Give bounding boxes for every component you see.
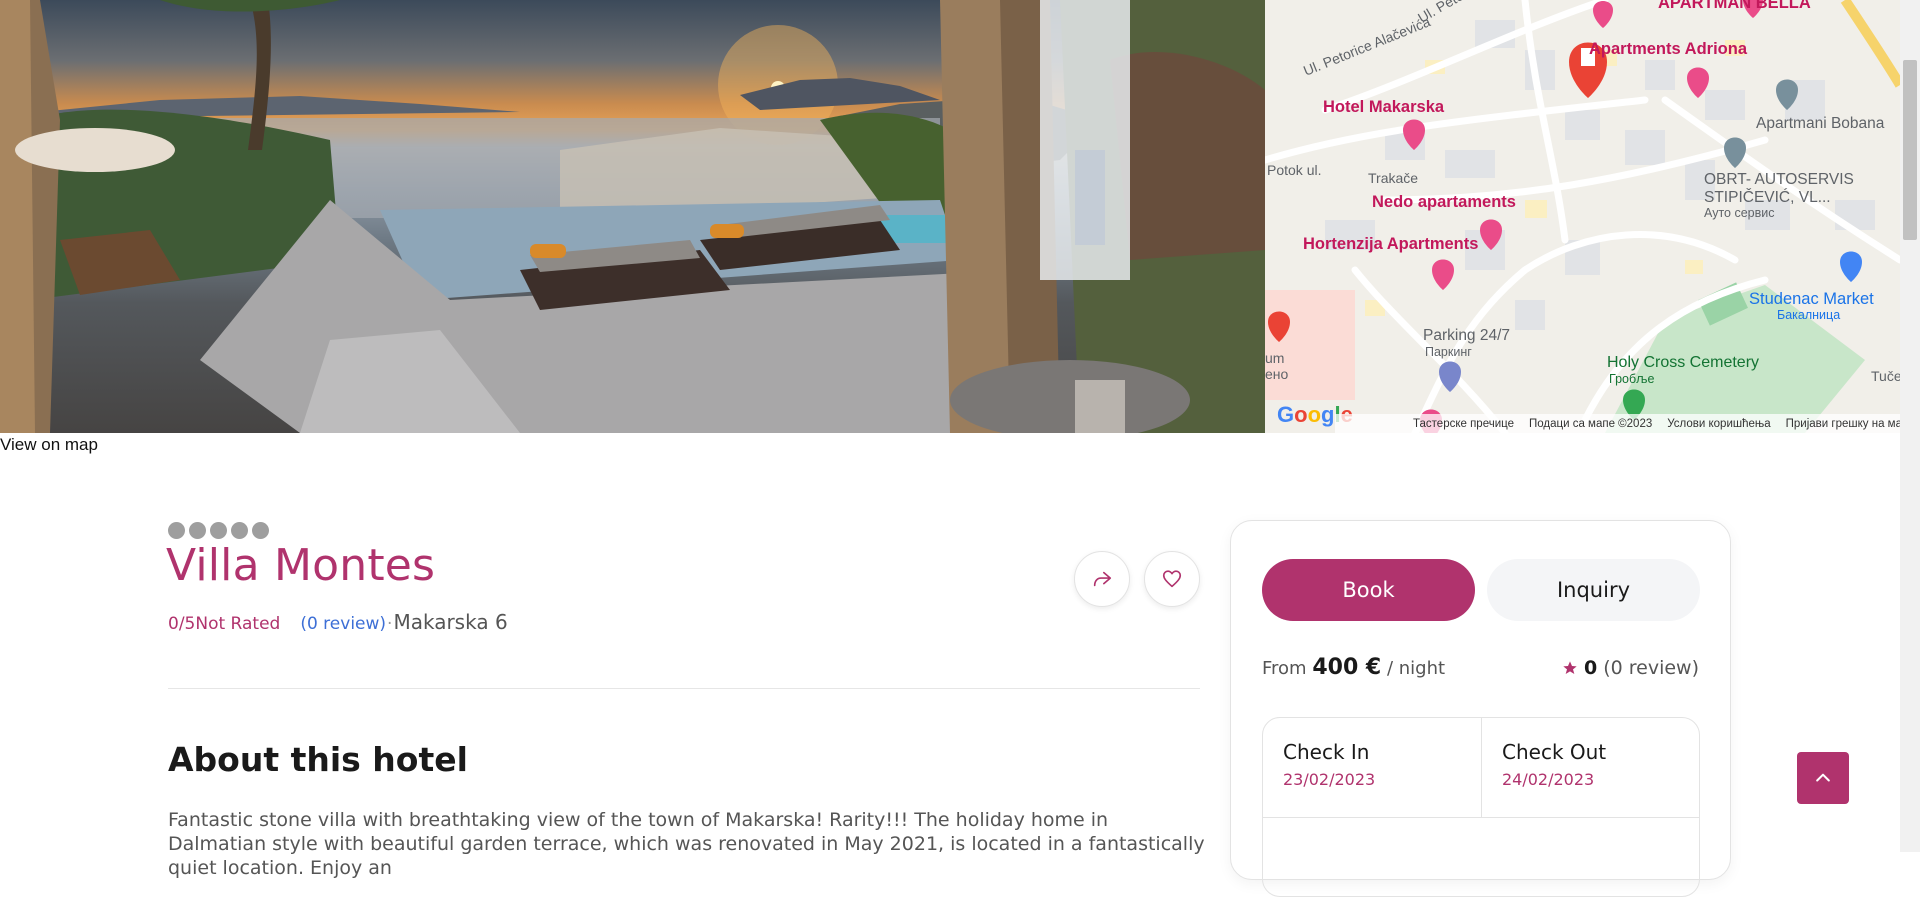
page-scrollbar[interactable] (1900, 0, 1920, 852)
map-terms-link[interactable]: Услови коришћења (1667, 418, 1770, 430)
card-rating-reviews: (0 review) (1603, 657, 1699, 679)
star-dot (189, 522, 206, 539)
scrollbar-thumb[interactable] (1903, 60, 1917, 240)
map-label-obrt-autoservis: OBRT- AUTOSERVIS (1704, 171, 1854, 188)
map-label-apartments-adriona: Apartments Adriona (1589, 40, 1747, 58)
card-rating: 0 (0 review) (1562, 657, 1699, 679)
favorite-button[interactable] (1144, 551, 1200, 607)
share-button[interactable] (1074, 551, 1130, 607)
map-label-parking: Parking 24/7 (1423, 327, 1511, 344)
check-in-value: 23/02/2023 (1283, 770, 1376, 789)
map-label-eno: ено (1265, 366, 1289, 382)
about-text: Fantastic stone villa with breathtaking … (168, 809, 1205, 879)
map-label-potok: Potok ul. (1267, 162, 1322, 178)
map-label-trakace: Trakače (1368, 170, 1419, 186)
price-value: 400 € (1312, 655, 1382, 680)
check-in-label: Check In (1283, 740, 1370, 764)
chevron-up-icon (1816, 773, 1830, 782)
rating-score: 0/5Not Rated (168, 614, 281, 634)
star-dot (210, 522, 227, 539)
date-picker: Check In 23/02/2023 Check Out 24/02/2023 (1262, 717, 1700, 897)
map-label-studenac: Studenac Market (1749, 290, 1874, 308)
price-unit: / night (1386, 658, 1446, 679)
map-keyboard-shortcuts[interactable]: Тастерске пречице (1413, 418, 1514, 430)
map-label-cemetery: Holy Cross Cemetery (1607, 354, 1760, 371)
guests-field[interactable] (1263, 817, 1699, 897)
about-heading: About this hotel (168, 740, 468, 779)
back-to-top-button[interactable] (1797, 752, 1849, 804)
map-label-nedo-apartamenti: Nedo apartaments (1372, 193, 1516, 211)
map-label-um: um (1265, 350, 1285, 366)
check-out-field[interactable]: Check Out 24/02/2023 (1481, 718, 1699, 818)
map-streets (1265, 0, 1900, 433)
view-on-map-link[interactable]: View on map (0, 435, 98, 455)
rating-separator: · (387, 614, 393, 634)
star-dot (168, 522, 185, 539)
map-label-hortenzija: Hortenzija Apartments (1303, 235, 1479, 253)
share-icon (1093, 571, 1112, 587)
map-label-studenac-sub: Бакалница (1777, 308, 1841, 322)
map-attribution: Тастерске пречице Подаци са мапе ©2023 У… (1335, 414, 1900, 433)
star-icon (1563, 661, 1577, 674)
star-dot (231, 522, 248, 539)
star-dot (252, 522, 269, 539)
hotel-photo[interactable] (0, 0, 1265, 433)
reviews-link[interactable]: (0 review) (300, 614, 386, 634)
check-out-label: Check Out (1502, 740, 1607, 764)
map-data-credit: Подаци са мапе ©2023 (1529, 417, 1653, 430)
heart-icon (1162, 570, 1182, 588)
star-rating-dots (168, 522, 269, 539)
map-label-cemetery-sub: Гробље (1609, 372, 1655, 386)
map-label-apartman-bella: APARTMAN BELLA (1658, 0, 1811, 12)
map-report-error-link[interactable]: Пријави грешку на мапи (1786, 418, 1900, 430)
hotel-rating-row: 0/5Not Rated (0 review) · Makarska 6 (168, 610, 508, 634)
map-label-stipicevic: STIPIČEVIĆ, VL... (1704, 189, 1831, 206)
hotel-photo-illustration (0, 0, 1265, 433)
check-out-value: 24/02/2023 (1502, 770, 1595, 789)
inquiry-tab[interactable]: Inquiry (1487, 559, 1700, 621)
map-label-tuce: Tuče (1871, 368, 1900, 384)
book-tab[interactable]: Book (1262, 559, 1475, 621)
map-label-auto-servis: Ауто сервис (1704, 206, 1775, 220)
hotel-title: Villa Montes (166, 540, 436, 591)
price-from: From 400 € / night (1262, 655, 1445, 680)
booking-card: Book Inquiry From 400 € / night 0 (0 rev… (1230, 520, 1731, 897)
hotel-location: Makarska 6 (393, 610, 508, 634)
check-in-field[interactable]: Check In 23/02/2023 (1263, 718, 1481, 818)
map-label-apartmani-bobana: Apartmani Bobana (1756, 115, 1885, 132)
card-rating-value: 0 (1583, 657, 1598, 679)
location-map[interactable]: APARTMAN BELLA Apartments Adriona Hotel … (1265, 0, 1900, 433)
section-divider (168, 688, 1200, 689)
map-label-hotel-makarska: Hotel Makarska (1323, 98, 1445, 116)
map-label-parking-sub: Паркинг (1425, 345, 1472, 359)
price-from-label: From (1262, 658, 1307, 679)
